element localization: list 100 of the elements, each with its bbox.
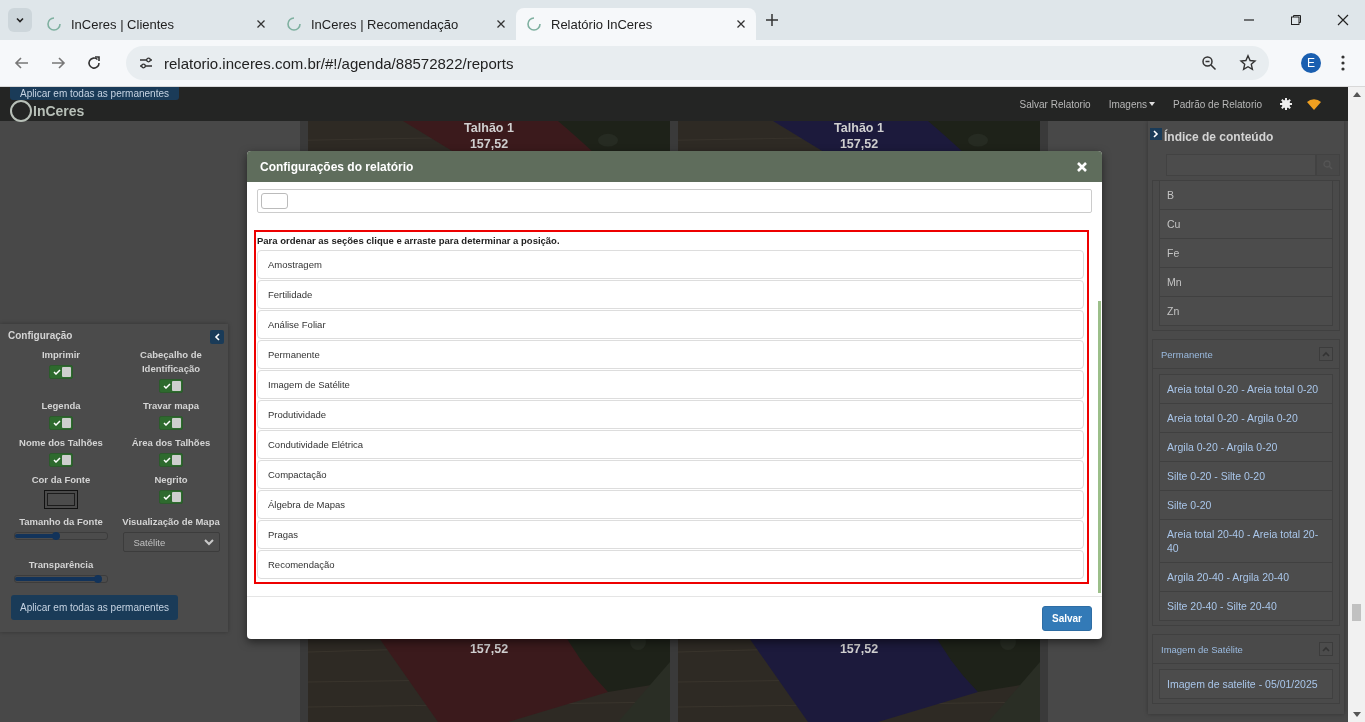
toggle-switch[interactable] <box>49 365 73 379</box>
menu-icon[interactable] <box>1341 55 1345 71</box>
scrollbar-thumb[interactable] <box>1352 604 1361 621</box>
index-item[interactable]: Silte 0-20 <box>1159 490 1333 520</box>
toggle-switch[interactable] <box>49 453 73 467</box>
toggle-switch[interactable] <box>159 453 183 467</box>
plot-name: Talhão 1 <box>834 121 884 135</box>
index-item[interactable]: Zn <box>1159 296 1333 326</box>
index-item[interactable]: Argila 0-20 - Argila 0-20 <box>1159 432 1333 462</box>
section-item[interactable]: Pragas <box>257 520 1084 549</box>
star-icon[interactable] <box>1239 54 1257 72</box>
tab-title: InCeres | Clientes <box>71 16 176 32</box>
close-icon[interactable] <box>496 19 506 29</box>
site-settings-icon[interactable] <box>138 55 154 71</box>
control-label: Área dos Talhões <box>131 436 211 450</box>
back-icon[interactable] <box>14 55 30 71</box>
plot-area: 157,52 <box>839 137 879 151</box>
index-item[interactable]: Silte 0-20 - Silte 0-20 <box>1159 461 1333 491</box>
index-item[interactable]: B <box>1159 180 1333 210</box>
forward-icon[interactable] <box>50 55 66 71</box>
nav-dropdown[interactable]: Imagens <box>1108 98 1156 110</box>
caret-icon <box>1149 102 1156 106</box>
check-icon <box>53 369 61 375</box>
plot-area: 157,52 <box>469 642 509 656</box>
section-item[interactable]: Compactação <box>257 460 1084 489</box>
nav-link[interactable]: Salvar Relatorio <box>1019 98 1091 110</box>
toggle-switch[interactable] <box>159 379 183 393</box>
control-label: Cor da Fonte <box>31 473 91 487</box>
expand-button[interactable] <box>1150 128 1162 140</box>
control-label: Legenda <box>41 399 81 413</box>
section-item[interactable]: Análise Foliar <box>257 310 1084 339</box>
apply-button[interactable]: Aplicar em todas as permanentes <box>10 87 179 100</box>
section-item[interactable]: Imagem de Satélite <box>257 370 1084 399</box>
save-button[interactable]: Salvar <box>1041 605 1092 631</box>
browser-tab[interactable]: InCeres | Recomendação <box>276 8 516 40</box>
scrollbar[interactable] <box>1098 301 1101 593</box>
index-item[interactable]: Fe <box>1159 238 1333 268</box>
index-item[interactable]: Cu <box>1159 209 1333 239</box>
loading-ring-icon <box>526 16 542 32</box>
close-icon[interactable] <box>256 19 266 29</box>
logo-text: InCeres <box>33 103 85 119</box>
section-item[interactable]: Fertilidade <box>257 280 1084 309</box>
index-item[interactable]: Mn <box>1159 267 1333 297</box>
toggle-switch[interactable] <box>159 490 183 504</box>
address-bar[interactable]: relatorio.inceres.com.br/#!/agenda/88572822/reports <box>126 46 1269 80</box>
new-tab-icon[interactable] <box>766 14 778 26</box>
collapse-button[interactable] <box>210 330 224 344</box>
control-label: Tamanho da Fonte <box>19 515 103 529</box>
browser-tab[interactable]: Relatório InCeres <box>516 8 756 40</box>
color-picker[interactable] <box>44 490 78 509</box>
browser-tab[interactable]: InCeres | Clientes <box>36 8 276 40</box>
close-icon[interactable] <box>1337 14 1349 26</box>
control-label: Imprimir <box>42 348 80 362</box>
close-icon[interactable] <box>736 19 746 29</box>
restore-icon[interactable] <box>1290 14 1302 26</box>
chevron-up-icon <box>1322 351 1330 357</box>
scroll-up-icon[interactable] <box>1352 92 1361 97</box>
group-title: Permanente <box>1161 348 1213 360</box>
check-icon <box>53 457 61 463</box>
tab-list-button[interactable] <box>8 8 32 32</box>
check-icon <box>163 383 171 389</box>
gear-icon[interactable] <box>1280 98 1292 110</box>
section-item[interactable]: Permanente <box>257 340 1084 369</box>
check-icon <box>163 420 171 426</box>
control-label: Travar mapa <box>143 399 199 413</box>
index-item[interactable]: Silte 20-40 - Silte 20-40 <box>1159 591 1333 621</box>
index-item[interactable]: Areia total 0-20 - Argila 0-20 <box>1159 403 1333 433</box>
map-view-select[interactable]: Satélite <box>122 532 220 552</box>
index-item[interactable]: Areia total 0-20 - Areia total 0-20 <box>1159 374 1333 404</box>
section-item[interactable]: Álgebra de Mapas <box>257 490 1084 519</box>
plot-name: Talhão 1 <box>464 121 514 135</box>
slider-fill[interactable] <box>15 534 57 538</box>
nav-link[interactable]: Padrão de Relatorio <box>1173 98 1262 110</box>
scrollbar[interactable] <box>1348 87 1365 722</box>
logo-ring-icon <box>10 100 32 122</box>
plot-area: 157,52 <box>839 642 879 656</box>
tab-title: InCeres | Recomendação <box>311 16 460 32</box>
control-label: Visualização de Mapa <box>122 515 220 529</box>
section-item[interactable]: Condutividade Elétrica <box>257 430 1084 459</box>
tab-title: Relatório InCeres <box>551 16 654 32</box>
section-item[interactable]: Amostragem <box>257 250 1084 279</box>
loading-ring-icon <box>286 16 302 32</box>
index-item[interactable]: Imagem de satelite - 05/01/2025 <box>1159 669 1333 699</box>
chevron-left-icon <box>214 333 220 341</box>
apply-button[interactable]: Aplicar em todas as permanentes <box>11 595 178 620</box>
input-field[interactable] <box>257 189 1092 213</box>
wifi-icon <box>1306 98 1322 110</box>
toggle-switch[interactable] <box>159 416 183 430</box>
index-item[interactable]: Areia total 20-40 - Areia total 20-40 <box>1159 519 1333 563</box>
check-icon <box>53 420 61 426</box>
toggle-switch[interactable] <box>49 416 73 430</box>
section-item[interactable]: Recomendação <box>257 550 1084 579</box>
reload-icon[interactable] <box>86 55 102 71</box>
zoom-icon[interactable] <box>1201 55 1217 71</box>
control-label: Nome dos Talhões <box>19 436 103 450</box>
index-item[interactable]: Argila 20-40 - Argila 20-40 <box>1159 562 1333 592</box>
profile-avatar[interactable]: E <box>1301 53 1321 73</box>
dialog-title: Configurações do relatório <box>260 159 414 174</box>
section-item[interactable]: Produtividade <box>257 400 1084 429</box>
scroll-down-icon[interactable] <box>1352 712 1361 717</box>
